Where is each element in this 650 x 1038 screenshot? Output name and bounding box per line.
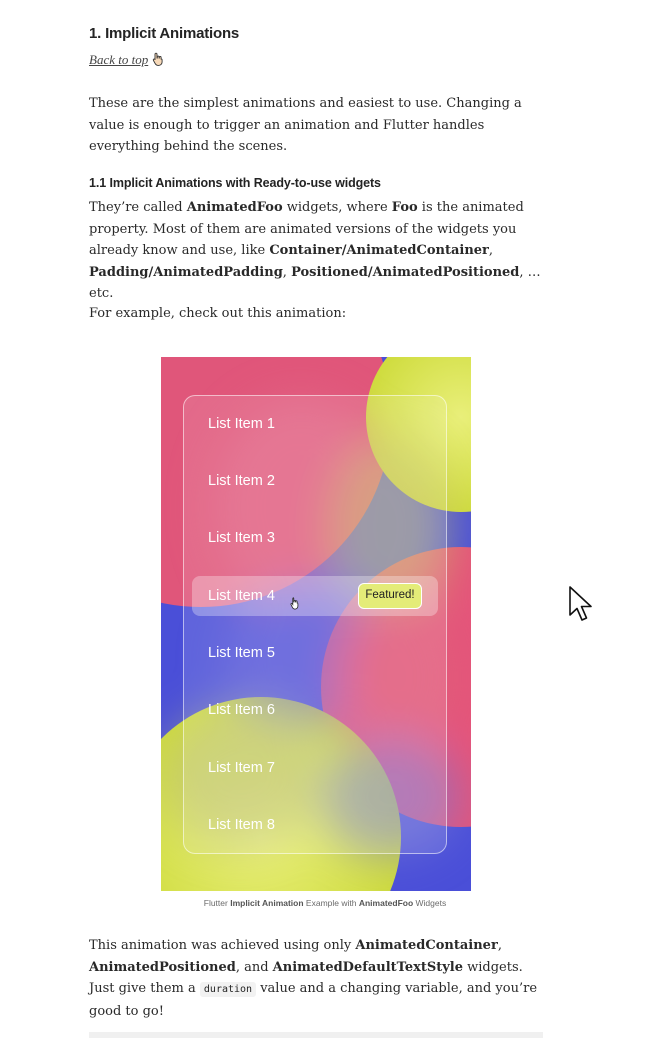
caption-text: Example with: [303, 898, 359, 908]
list-item[interactable]: List Item 8: [208, 815, 275, 835]
list-item[interactable]: List Item 3: [208, 528, 275, 548]
p3-text: This animation was achieved using only: [89, 938, 356, 953]
list-item[interactable]: List Item 4: [208, 586, 275, 606]
p1-bold: Padding/AnimatedPadding: [89, 264, 283, 280]
caption-bold: Implicit Animation: [230, 898, 304, 908]
intro-paragraph: These are the simplest animations and ea…: [89, 96, 522, 154]
featured-badge: Featured!: [358, 583, 422, 609]
image-caption: Flutter Implicit Animation Example with …: [0, 898, 650, 908]
list-item[interactable]: List Item 5: [208, 643, 275, 663]
widgets-paragraph: They’re called AnimatedFoo widgets, wher…: [89, 197, 543, 305]
list-item[interactable]: List Item 6: [208, 700, 275, 720]
list-item[interactable]: List Item 2: [208, 471, 275, 491]
glass-list-panel: [183, 395, 447, 854]
hand-cursor-icon: [290, 595, 300, 614]
inline-code: duration: [199, 982, 257, 997]
p3-bold: AnimatedDefaultTextStyle: [272, 959, 463, 975]
result-paragraph: This animation was achieved using only A…: [89, 935, 543, 1022]
p1-bold: Container/AnimatedContainer: [269, 243, 489, 258]
p1-bold: AnimatedFoo: [186, 200, 283, 215]
list-item[interactable]: List Item 1: [208, 414, 275, 434]
back-to-top-link[interactable]: Back to top: [89, 52, 164, 70]
section-heading: 1. Implicit Animations: [89, 25, 240, 42]
p1-text: ,: [488, 243, 494, 258]
p3-text: ,: [497, 938, 502, 953]
section-divider: [89, 1032, 543, 1038]
p3-bold: AnimatedPositioned: [89, 959, 236, 975]
subsection-heading: 1.1 Implicit Animations with Ready-to-us…: [89, 176, 381, 190]
p3-bold: AnimatedContainer: [355, 938, 498, 953]
p3-text: , and: [235, 959, 273, 975]
caption-text: Flutter: [203, 898, 231, 908]
animation-demo-image: List Item 1 List Item 2 List Item 3 List…: [161, 357, 471, 891]
p1-text: ,: [282, 264, 292, 280]
back-to-top-label: Back to top: [89, 52, 149, 67]
p1-text: They’re called: [89, 200, 187, 215]
p1-bold: Foo: [391, 200, 418, 215]
list-item[interactable]: List Item 7: [208, 758, 275, 778]
arrow-cursor-icon: [568, 585, 596, 629]
p1-text: widgets, where: [282, 200, 392, 215]
caption-text: Widgets: [413, 898, 447, 908]
example-paragraph: For example, check out this animation:: [89, 306, 347, 321]
caption-bold: AnimatedFoo: [358, 898, 414, 908]
pointing-hand-icon: [152, 52, 164, 70]
p1-bold: Positioned/AnimatedPositioned: [291, 264, 520, 280]
